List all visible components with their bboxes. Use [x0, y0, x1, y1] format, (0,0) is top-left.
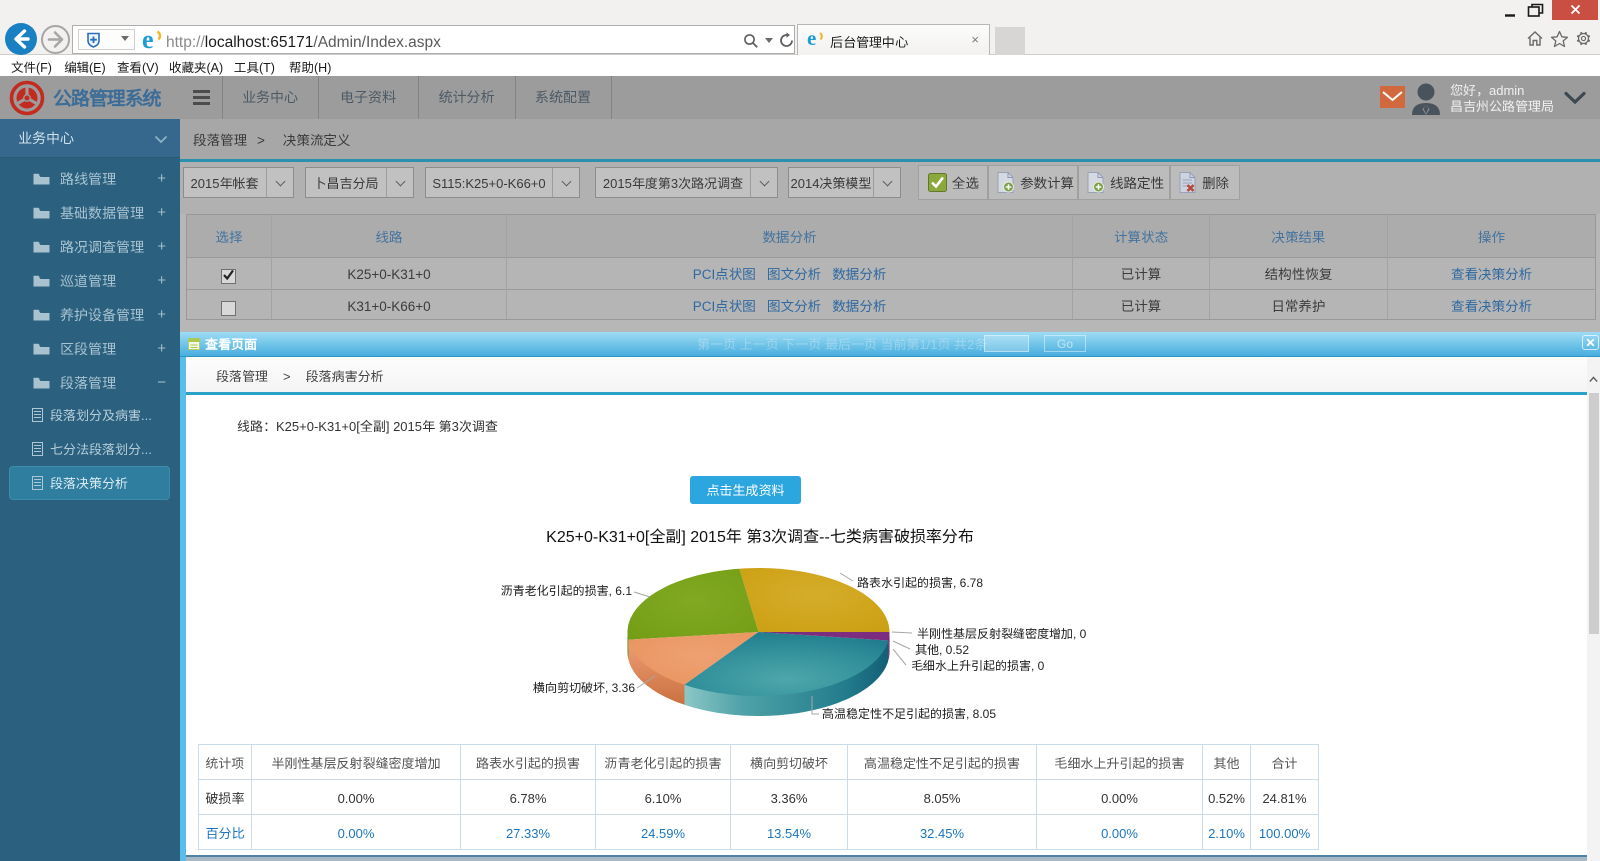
svg-text:毛细水上升引起的损害, 0: 毛细水上升引起的损害, 0	[911, 657, 1045, 674]
svg-text:路表水引起的损害, 6.78: 路表水引起的损害, 6.78	[857, 574, 983, 591]
svg-text:横向剪切破坏, 3.36: 横向剪切破坏, 3.36	[533, 679, 635, 696]
svg-text:高温稳定性不足引起的损害, 8.05: 高温稳定性不足引起的损害, 8.05	[822, 705, 996, 722]
svg-text:其他, 0.52: 其他, 0.52	[915, 641, 969, 658]
svg-text:半刚性基层反射裂缝密度增加, 0: 半刚性基层反射裂缝密度增加, 0	[917, 625, 1087, 642]
svg-text:沥青老化引起的损害, 6.1: 沥青老化引起的损害, 6.1	[501, 582, 633, 599]
